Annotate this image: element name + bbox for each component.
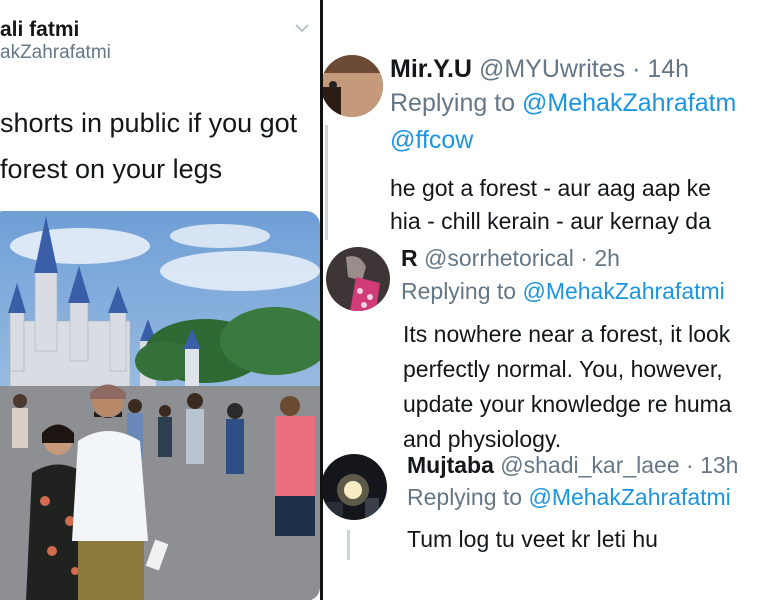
- avatar-image: [323, 55, 383, 117]
- replying-prefix: Replying to: [407, 484, 529, 510]
- mention-link-2[interactable]: @ffcow: [390, 126, 473, 154]
- castle-photo: [0, 211, 320, 600]
- author-handle[interactable]: akZahrafatmi: [0, 42, 111, 64]
- reply-3[interactable]: Mujtaba @shadi_kar_laee · 13h Replying t…: [323, 448, 760, 600]
- avatar[interactable]: [323, 55, 383, 117]
- mention-link[interactable]: @MehakZahrafatmi: [522, 278, 724, 304]
- reply-text: he got a forest - aur aag aap ke hia - c…: [390, 172, 711, 238]
- reply-1[interactable]: Mir.Y.U @MYUwrites · 14h Replying to @Me…: [323, 0, 760, 240]
- replying-prefix: Replying to: [390, 89, 523, 117]
- chevron-down-icon[interactable]: [294, 20, 310, 36]
- replying-prefix: Replying to: [401, 278, 523, 304]
- reply-handle[interactable]: @MYUwrites: [479, 55, 625, 83]
- avatar-image: [326, 247, 390, 311]
- reply-header: Mir.Y.U @MYUwrites · 14h: [390, 55, 689, 84]
- reply-time[interactable]: 14h: [647, 55, 689, 83]
- mention-link[interactable]: @MehakZahrafatm: [522, 89, 736, 117]
- reply-header: Mujtaba @shadi_kar_laee · 13h: [407, 452, 738, 479]
- tweet-text: shorts in public if you got forest on yo…: [0, 108, 298, 184]
- reply-display-name[interactable]: Mir.Y.U: [390, 55, 472, 83]
- original-tweet: ali fatmi akZahrafatmi shorts in public …: [0, 0, 320, 600]
- reply-text-line: perfectly normal. You, however,: [403, 356, 723, 382]
- reply-separator: ·: [625, 55, 648, 83]
- reply-text-line: hia - chill kerain - aur kernay da: [390, 208, 711, 234]
- reply-separator: ·: [679, 452, 701, 478]
- second-mention-line: @ffcow: [390, 126, 473, 155]
- avatar-image: [323, 454, 387, 520]
- reply-text: Tum log tu veet kr leti hu: [407, 523, 658, 556]
- reply-display-name[interactable]: R: [401, 245, 418, 271]
- avatar[interactable]: [326, 247, 390, 311]
- reply-handle[interactable]: @shadi_kar_laee: [500, 452, 679, 478]
- reply-separator: ·: [573, 245, 595, 271]
- reply-text-line: update your knowledge re huma: [403, 391, 732, 417]
- mention-link[interactable]: @MehakZahrafatmi: [528, 484, 730, 510]
- reply-2[interactable]: R @sorrhetorical · 2h Replying to @Mehak…: [323, 240, 760, 452]
- reply-handle[interactable]: @sorrhetorical: [424, 245, 574, 271]
- reply-text-line: he got a forest - aur aag aap ke: [390, 175, 711, 201]
- reply-time[interactable]: 13h: [700, 452, 738, 478]
- thread-line: [347, 530, 350, 560]
- replying-to-line: Replying to @MehakZahrafatmi: [407, 484, 731, 511]
- author-display-name[interactable]: ali fatmi: [0, 18, 79, 42]
- reply-display-name[interactable]: Mujtaba: [407, 452, 494, 478]
- reply-time[interactable]: 2h: [594, 245, 620, 271]
- tweet-photo[interactable]: [0, 211, 320, 600]
- thread-line: [325, 125, 328, 240]
- reply-text-line: Its nowhere near a forest, it look: [403, 321, 731, 347]
- replying-to-line: Replying to @MehakZahrafatm: [390, 89, 736, 118]
- avatar[interactable]: [323, 454, 387, 520]
- replying-to-line: Replying to @MehakZahrafatmi: [401, 278, 725, 305]
- reply-header: R @sorrhetorical · 2h: [401, 245, 620, 272]
- reply-text-line: Tum log tu veet kr leti hu: [407, 526, 658, 552]
- reply-text: Its nowhere near a forest, it look perfe…: [403, 317, 732, 457]
- replies-panel: Mir.Y.U @MYUwrites · 14h Replying to @Me…: [323, 0, 760, 600]
